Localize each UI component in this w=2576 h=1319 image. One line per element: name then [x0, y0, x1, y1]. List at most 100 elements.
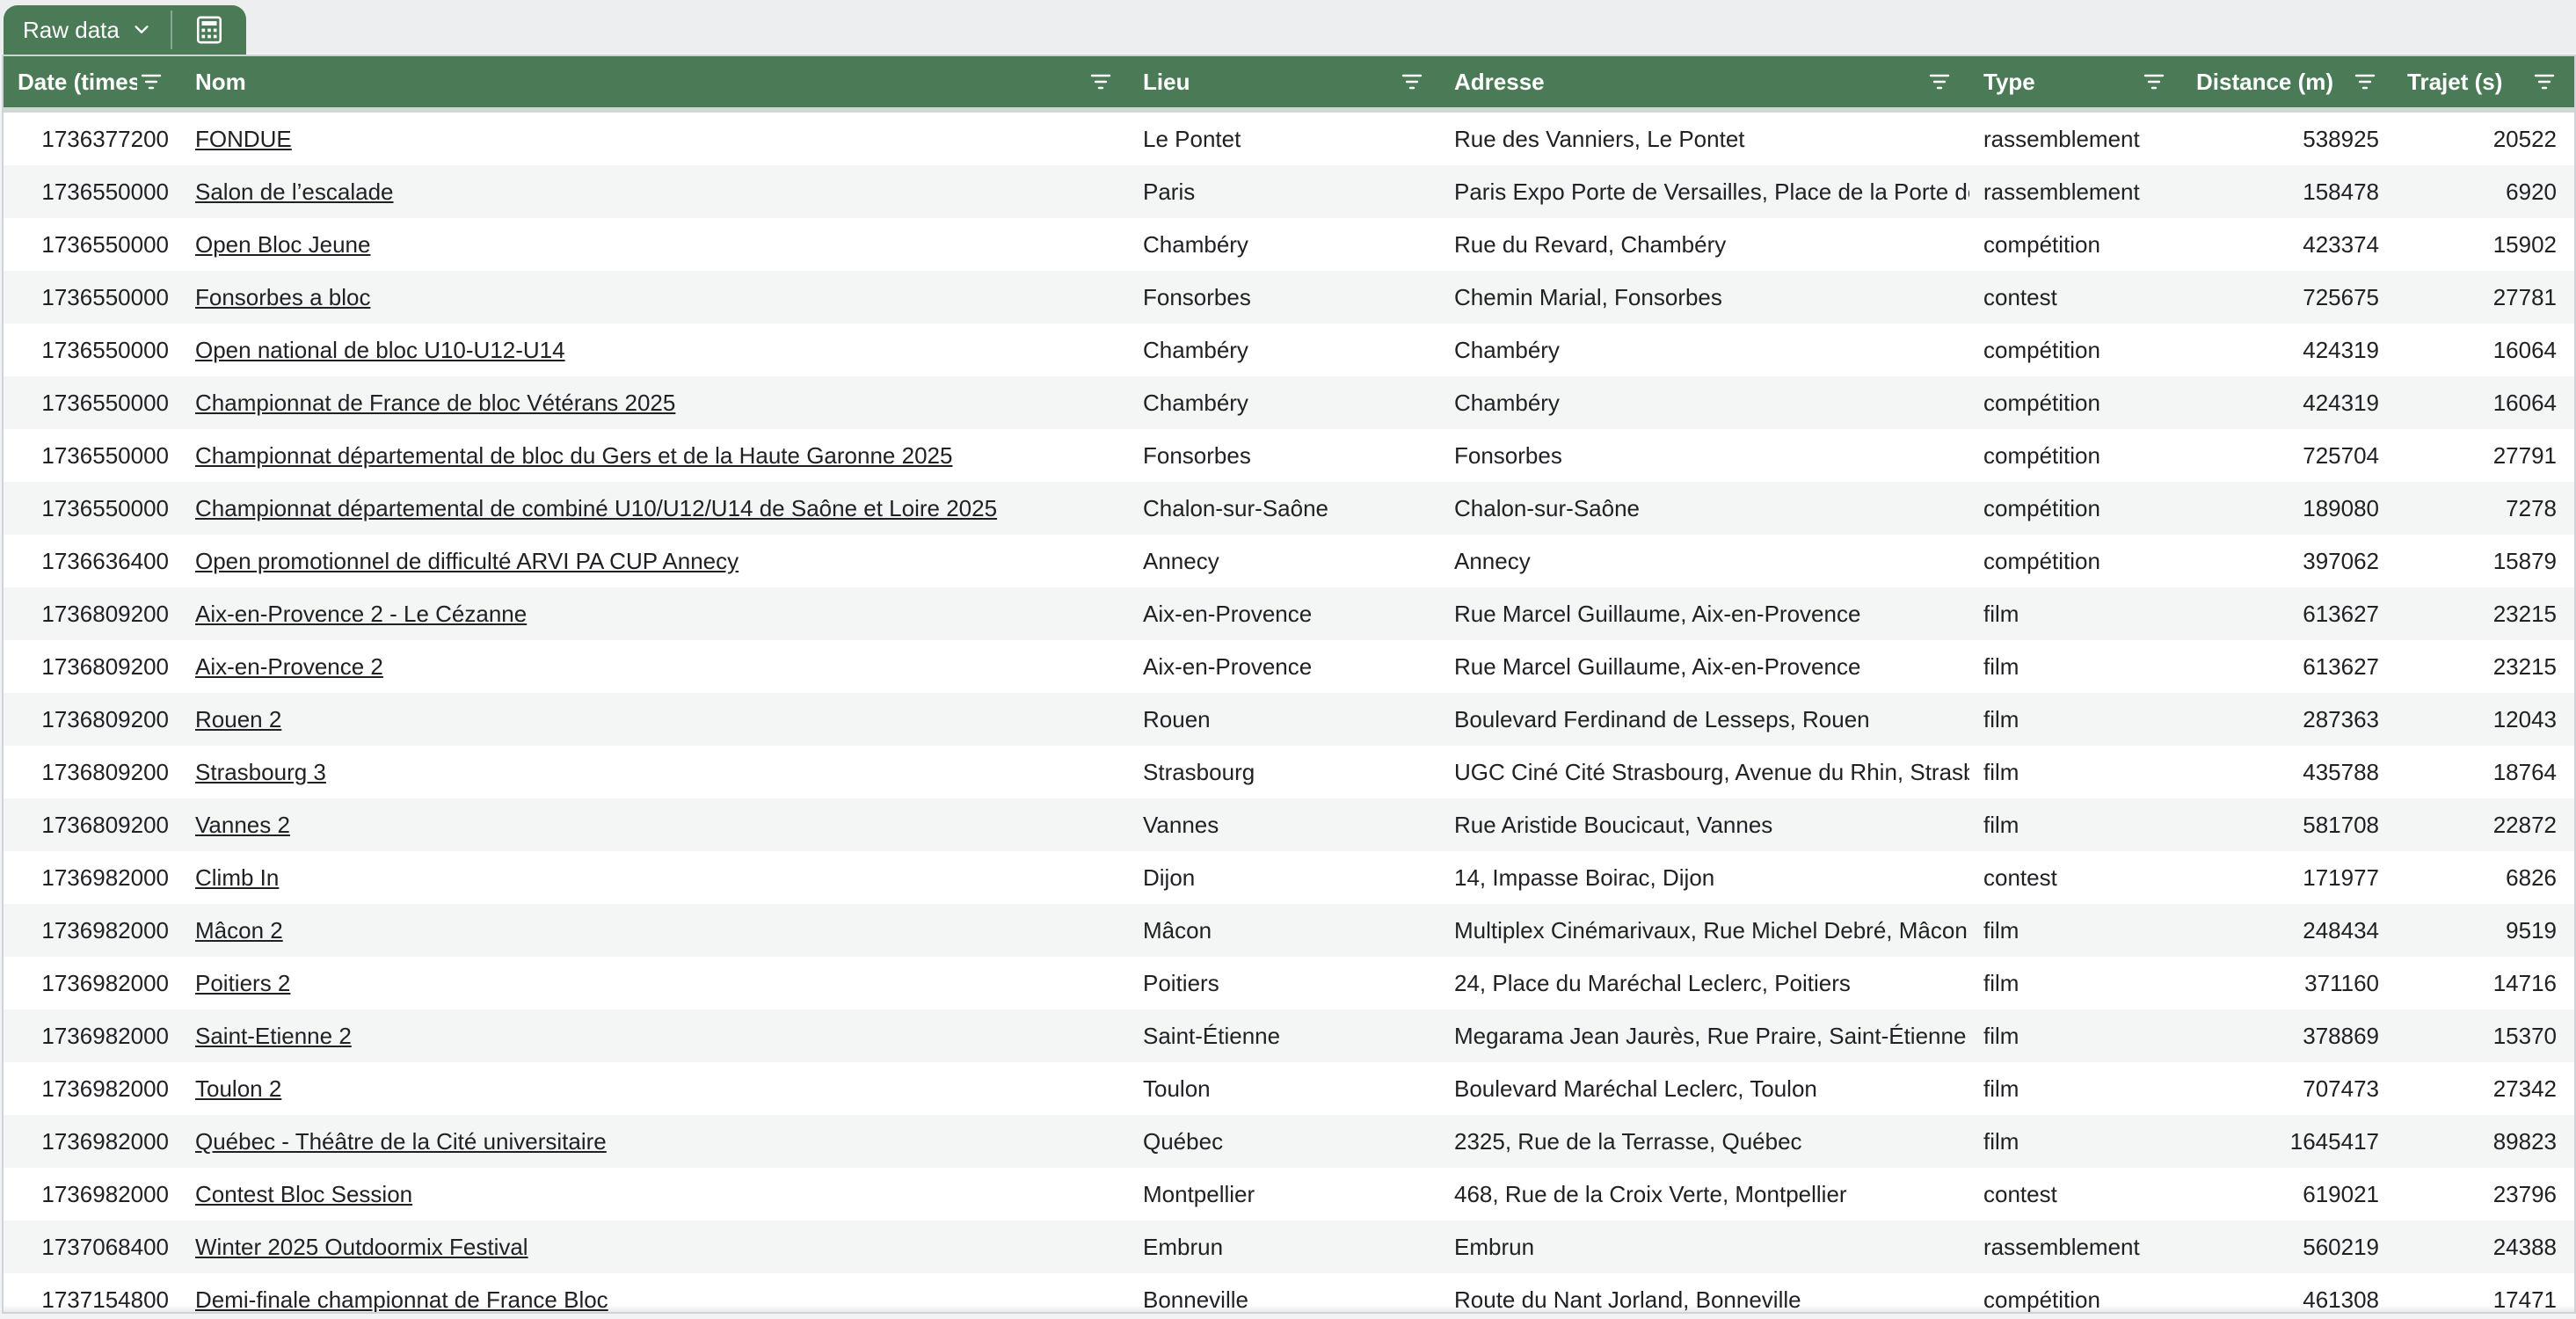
cell-nom[interactable]: Open Bloc Jeune	[195, 218, 1083, 271]
filter-icon[interactable]	[1401, 72, 1423, 91]
cell-date: 1736550000	[41, 231, 169, 258]
cell-nom[interactable]: Fonsorbes a bloc	[195, 271, 1083, 324]
cell-date: 1736550000	[41, 284, 169, 310]
chevron-down-icon[interactable]	[132, 20, 151, 40]
filter-icon[interactable]	[2534, 72, 2555, 91]
cell-nom[interactable]: Winter 2025 Outdoormix Festival	[195, 1221, 1083, 1273]
table-row[interactable]: 1736809200 Aix-en-Provence 2 Aix-en-Proven…	[4, 640, 2574, 693]
column-header-label: Lieu	[1143, 68, 1190, 95]
table-row[interactable]: 1736982000 Climb In Dijon 14, Impasse Boira…	[4, 851, 2574, 904]
cell-adresse: Chambéry	[1454, 390, 1560, 416]
cell-trajet: 22872	[2492, 812, 2557, 838]
filter-icon[interactable]	[2143, 72, 2165, 91]
cell-type: contest	[1983, 284, 2057, 310]
column-header-adresse[interactable]: Adresse	[1454, 56, 1911, 107]
cell-adresse: 468, Rue de la Croix Verte, Montpellier	[1454, 1181, 1847, 1207]
cell-nom[interactable]: Poitiers 2	[195, 957, 1083, 1009]
cell-date: 1736636400	[41, 548, 169, 574]
cell-nom[interactable]: Open promotionnel de difficulté ARVI PA …	[195, 535, 1083, 587]
table-row[interactable]: 1736982000 Mâcon 2 Mâcon Multiplex Cinémari…	[4, 904, 2574, 957]
table-row[interactable]: 1736982000 Contest Bloc Session Montpellie…	[4, 1168, 2574, 1221]
cell-distance: 581708	[2303, 812, 2379, 838]
cell-distance: 248434	[2303, 917, 2379, 944]
cell-nom[interactable]: Open national de bloc U10-U12-U14	[195, 324, 1083, 376]
tab-calculator[interactable]	[172, 5, 246, 55]
cell-adresse: Fonsorbes	[1454, 442, 1562, 469]
cell-nom[interactable]: Climb In	[195, 851, 1083, 904]
cell-lieu: Vannes	[1143, 812, 1219, 838]
filter-icon[interactable]	[1929, 72, 1950, 91]
cell-distance: 1645417	[2289, 1128, 2379, 1155]
column-header-trajet[interactable]: Trajet (s)	[2407, 56, 2530, 107]
cell-adresse: Megarama Jean Jaurès, Rue Praire, Saint-…	[1454, 1023, 1967, 1049]
filter-icon[interactable]	[2354, 72, 2376, 91]
table-row[interactable]: 1736982000 Toulon 2 Toulon Boulevard Maréch…	[4, 1062, 2574, 1115]
cell-nom[interactable]: Mâcon 2	[195, 904, 1083, 957]
table-row[interactable]: 1736982000 Poitiers 2 Poitiers 24, Place du…	[4, 957, 2574, 1009]
cell-nom[interactable]: Aix-en-Provence 2 - Le Cézanne	[195, 587, 1083, 640]
column-header-label: Adresse	[1454, 68, 1545, 95]
cell-nom[interactable]: Rouen 2	[195, 693, 1083, 746]
table-row[interactable]: 1736550000 Fonsorbes a bloc Fonsorbes Chemi…	[4, 271, 2574, 324]
table-row[interactable]: 1736809200 Aix-en-Provence 2 - Le Cézanne…	[4, 587, 2574, 640]
cell-lieu: Fonsorbes	[1143, 442, 1251, 469]
tab-raw-data[interactable]: Raw data	[4, 5, 171, 55]
cell-adresse: 24, Place du Maréchal Leclerc, Poitiers	[1454, 970, 1851, 996]
column-header-label: Date (timestamp)	[18, 68, 137, 95]
cell-date: 1736982000	[41, 1181, 169, 1207]
table-row[interactable]: 1736982000 Saint-Etienne 2 Saint-Étienne Me…	[4, 1009, 2574, 1062]
filter-icon[interactable]	[141, 72, 162, 91]
cell-type: rassemblement	[1983, 1234, 2140, 1260]
column-header-type[interactable]: Type	[1983, 56, 2142, 107]
cell-nom[interactable]: Vannes 2	[195, 798, 1083, 851]
cell-date: 1736982000	[41, 1023, 169, 1049]
cell-trajet: 15902	[2492, 231, 2557, 258]
column-header-distance[interactable]: Distance (m)	[2196, 56, 2354, 107]
cell-date: 1736809200	[41, 706, 169, 732]
cell-adresse: 2325, Rue de la Terrasse, Québec	[1454, 1128, 1802, 1155]
cell-nom[interactable]: Championnat départemental de bloc du Ger…	[195, 429, 1083, 482]
cell-date: 1736982000	[41, 970, 169, 996]
cell-lieu: Fonsorbes	[1143, 284, 1251, 310]
cell-adresse: Boulevard Maréchal Leclerc, Toulon	[1454, 1075, 1817, 1102]
table-row[interactable]: 1736982000 Québec - Théâtre de la Cité un…	[4, 1115, 2574, 1168]
table-row[interactable]: 1736636400 Open promotionnel de difficult…	[4, 535, 2574, 587]
column-header-nom[interactable]: Nom	[195, 56, 1074, 107]
cell-lieu: Québec	[1143, 1128, 1224, 1155]
cell-nom[interactable]: Toulon 2	[195, 1062, 1083, 1115]
table-row[interactable]: 1736550000 Open national de bloc U10-U12-…	[4, 324, 2574, 376]
table-row[interactable]: 1736550000 Championnat départemental de c…	[4, 482, 2574, 535]
column-header-lieu[interactable]: Lieu	[1143, 56, 1389, 107]
cell-type: rassemblement	[1983, 126, 2140, 152]
cell-nom[interactable]: Saint-Etienne 2	[195, 1009, 1083, 1062]
table-row[interactable]: 1736377200 FONDUE Le Pontet Rue des Vannier…	[4, 113, 2574, 165]
cell-type: film	[1983, 970, 2019, 996]
table-row[interactable]: 1736550000 Championnat de France de bloc …	[4, 376, 2574, 429]
cell-nom[interactable]: Contest Bloc Session	[195, 1168, 1083, 1221]
table-row[interactable]: 1736550000 Salon de l’escalade Paris Paris …	[4, 165, 2574, 218]
filter-icon[interactable]	[1090, 72, 1111, 91]
cell-nom[interactable]: Québec - Théâtre de la Cité universitair…	[195, 1115, 1083, 1168]
cell-nom[interactable]: Aix-en-Provence 2	[195, 640, 1083, 693]
cell-trajet: 27342	[2492, 1075, 2557, 1102]
cell-adresse: Annecy	[1454, 548, 1531, 574]
table-row[interactable]: 1736550000 Championnat départemental de b…	[4, 429, 2574, 482]
table-row[interactable]: 1736809200 Vannes 2 Vannes Rue Aristide Bou…	[4, 798, 2574, 851]
cell-distance: 189080	[2303, 495, 2379, 521]
cell-nom[interactable]: Championnat de France de bloc Vétérans 2…	[195, 376, 1083, 429]
cell-lieu: Toulon	[1143, 1075, 1211, 1102]
cell-lieu: Chambéry	[1143, 390, 1248, 416]
column-header-date[interactable]: Date (timestamp)	[18, 56, 137, 107]
cell-nom[interactable]: Salon de l’escalade	[195, 165, 1083, 218]
table-row[interactable]: 1736809200 Rouen 2 Rouen Boulevard Ferdinan…	[4, 693, 2574, 746]
cell-adresse: Paris Expo Porte de Versailles, Place de…	[1454, 179, 1969, 205]
cell-nom[interactable]: Strasbourg 3	[195, 746, 1083, 798]
cell-type: film	[1983, 812, 2019, 838]
cell-lieu: Aix-en-Provence	[1143, 653, 1313, 680]
table-row[interactable]: 1736550000 Open Bloc Jeune Chambéry Rue du …	[4, 218, 2574, 271]
cell-nom[interactable]: FONDUE	[195, 113, 1083, 165]
table-row[interactable]: 1736809200 Strasbourg 3 Strasbourg UGC Ciné…	[4, 746, 2574, 798]
cell-nom[interactable]: Championnat départemental de combiné U10…	[195, 482, 1083, 535]
cell-type: film	[1983, 759, 2019, 785]
table-row[interactable]: 1737068400 Winter 2025 Outdoormix Festiva…	[4, 1221, 2574, 1273]
